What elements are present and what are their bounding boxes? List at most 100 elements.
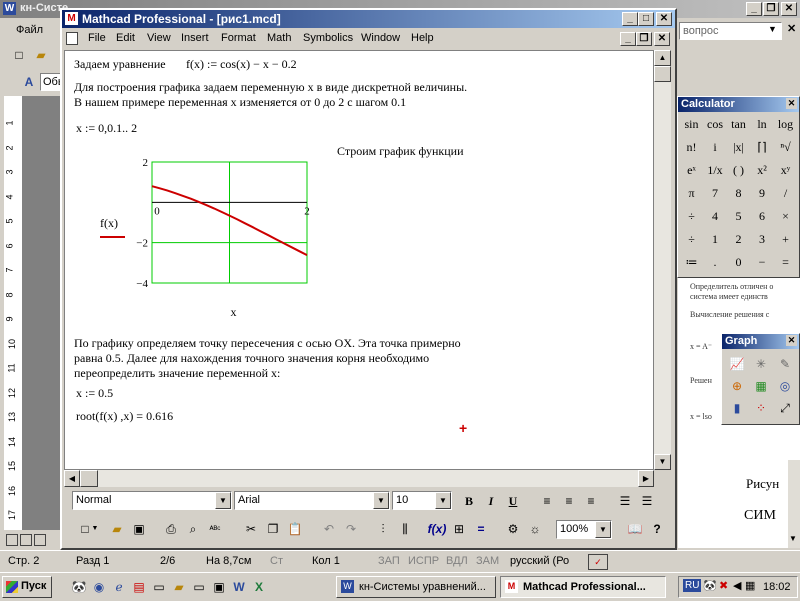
word-minimize-button[interactable]: _ bbox=[746, 2, 762, 16]
paste-icon[interactable]: 📋 bbox=[284, 519, 306, 539]
menu-help[interactable]: Help bbox=[411, 32, 434, 44]
mathcad-title-bar[interactable]: M Mathcad Professional - [рис1.mcd] _ □ … bbox=[62, 10, 675, 28]
menu-symbolics[interactable]: Symbolics bbox=[303, 32, 353, 44]
align-right-icon[interactable]: ≡ bbox=[580, 491, 602, 511]
hscroll-thumb[interactable] bbox=[80, 470, 98, 487]
vector-field-icon[interactable]: ◎ bbox=[774, 376, 796, 396]
eq-definition[interactable]: f(x) := cos(x) − x − 0.2 bbox=[186, 57, 297, 72]
graph-close-icon[interactable]: ✕ bbox=[786, 335, 797, 346]
function-plot[interactable]: 2 −2 −4 0 2 f(x) x bbox=[90, 152, 330, 322]
status-rec[interactable]: ЗАП bbox=[378, 551, 400, 571]
vscroll-thumb[interactable] bbox=[654, 66, 671, 82]
resource-center-icon[interactable]: ☼ bbox=[524, 519, 546, 539]
calc-key[interactable]: sin bbox=[680, 114, 703, 135]
quicklaunch-folder-icon[interactable]: ▰ bbox=[168, 577, 190, 597]
word-vscroll[interactable]: ▼ bbox=[788, 460, 800, 548]
status-trk[interactable]: ИСПР bbox=[408, 551, 439, 571]
undo-icon[interactable]: ↶ bbox=[318, 519, 340, 539]
calc-key[interactable]: 0 bbox=[727, 252, 750, 273]
quicklaunch-ie-icon[interactable]: ℯ bbox=[108, 577, 130, 597]
range-definition[interactable]: x := 0,0.1.. 2 bbox=[76, 121, 137, 136]
ask-dropdown-icon[interactable]: ▼ bbox=[768, 24, 777, 34]
calc-key[interactable]: log bbox=[774, 114, 797, 135]
doc-restore-button[interactable]: ❐ bbox=[636, 32, 652, 46]
menu-insert[interactable]: Insert bbox=[181, 32, 209, 44]
tray-panda-icon[interactable]: 🐼 bbox=[703, 579, 717, 592]
language-indicator[interactable]: RU bbox=[683, 579, 702, 592]
word-close-button[interactable]: ✕ bbox=[781, 2, 797, 16]
spelling-status-icon[interactable]: ✓ bbox=[588, 554, 608, 570]
open-folder-icon[interactable]: ▰ bbox=[30, 45, 52, 65]
reassign-x[interactable]: x := 0.5 bbox=[76, 386, 113, 401]
align-center-icon[interactable]: ≡ bbox=[558, 491, 580, 511]
calc-key[interactable]: n! bbox=[680, 137, 703, 158]
help-icon[interactable]: ? bbox=[646, 519, 668, 539]
scroll-down-icon[interactable]: ▼ bbox=[789, 534, 797, 543]
quicklaunch-window-icon[interactable]: ▭ bbox=[188, 577, 210, 597]
calc-key[interactable]: 8 bbox=[727, 183, 750, 204]
menu-view[interactable]: View bbox=[147, 32, 171, 44]
vscroll-up-button[interactable]: ▲ bbox=[654, 50, 671, 66]
spell-check-icon[interactable]: ᴬᴮᶜ bbox=[204, 519, 226, 539]
calc-key[interactable]: tan bbox=[727, 114, 750, 135]
calc-key[interactable]: ln bbox=[751, 114, 774, 135]
calc-key[interactable]: eˣ bbox=[680, 160, 703, 181]
calc-key[interactable]: x² bbox=[751, 160, 774, 181]
quicklaunch-app-icon[interactable]: ▤ bbox=[128, 577, 150, 597]
styles-icon[interactable]: A bbox=[18, 72, 40, 92]
calc-key[interactable]: ⌈⌉ bbox=[751, 137, 774, 158]
xy-plot-icon[interactable]: 📈 bbox=[726, 354, 748, 374]
tray-network-icon[interactable]: ✖ bbox=[719, 579, 728, 592]
quicklaunch-word-icon[interactable]: W bbox=[228, 577, 250, 597]
calc-key[interactable]: ⁿ√ bbox=[774, 137, 797, 158]
ask-question-box[interactable]: вопрос bbox=[679, 22, 782, 40]
status-ext[interactable]: ВДЛ bbox=[446, 551, 468, 571]
italic-button[interactable]: I bbox=[480, 491, 502, 511]
calc-key[interactable]: xʸ bbox=[774, 160, 797, 181]
calculator-close-icon[interactable]: ✕ bbox=[786, 98, 797, 109]
zoom-dropdown-icon[interactable]: ▼ bbox=[595, 521, 611, 538]
align-across-icon[interactable]: ⫶ bbox=[372, 519, 394, 539]
align-left-icon[interactable]: ≡ bbox=[536, 491, 558, 511]
calc-key[interactable]: 5 bbox=[727, 206, 750, 227]
calc-key[interactable]: ÷ bbox=[680, 229, 703, 250]
taskbar-word-button[interactable]: W кн-Системы уравнений... bbox=[336, 576, 496, 598]
calc-key[interactable]: ≔ bbox=[680, 252, 703, 273]
calc-key[interactable]: − bbox=[751, 252, 774, 273]
cut-icon[interactable]: ✂ bbox=[240, 519, 262, 539]
quicklaunch-desktop-icon[interactable]: ▭ bbox=[148, 577, 170, 597]
size-select[interactable]: 10 ▼ bbox=[392, 491, 452, 510]
new-dropdown-icon[interactable]: ▼ bbox=[90, 519, 100, 539]
polar-plot-icon[interactable]: ✳ bbox=[750, 354, 772, 374]
save-icon[interactable]: ▣ bbox=[128, 519, 150, 539]
font-dropdown-icon[interactable]: ▼ bbox=[373, 492, 389, 509]
align-down-icon[interactable]: ⫼ bbox=[394, 519, 416, 539]
calc-key[interactable]: . bbox=[704, 252, 727, 273]
bold-button[interactable]: B bbox=[458, 491, 480, 511]
insert-function-icon[interactable]: f(x) bbox=[426, 519, 448, 539]
new-doc-icon[interactable]: □ bbox=[8, 45, 30, 65]
quicklaunch-panda-icon[interactable]: 🐼 bbox=[68, 577, 90, 597]
font-select[interactable]: Arial ▼ bbox=[234, 491, 390, 510]
calc-key[interactable]: cos bbox=[704, 114, 727, 135]
quicklaunch-pc-icon[interactable]: ▣ bbox=[208, 577, 230, 597]
calc-key[interactable]: |x| bbox=[727, 137, 750, 158]
copy-icon[interactable]: ❐ bbox=[262, 519, 284, 539]
insert-unit-icon[interactable]: ⊞ bbox=[448, 519, 470, 539]
tray-misc-icon[interactable]: ▦ bbox=[745, 579, 755, 592]
zoom-plot-icon[interactable]: ⤢ bbox=[774, 398, 796, 418]
start-button[interactable]: Пуск bbox=[2, 576, 52, 598]
style-dropdown-icon[interactable]: ▼ bbox=[215, 492, 231, 509]
normal-view-icon[interactable] bbox=[6, 534, 18, 546]
print-icon[interactable]: ⎙ bbox=[160, 519, 182, 539]
calc-key[interactable]: × bbox=[774, 206, 797, 227]
menu-edit[interactable]: Edit bbox=[116, 32, 135, 44]
print-view-icon[interactable] bbox=[34, 534, 46, 546]
calc-key[interactable]: 1 bbox=[704, 229, 727, 250]
calc-key[interactable]: ( ) bbox=[727, 160, 750, 181]
calc-key[interactable]: 9 bbox=[751, 183, 774, 204]
quicklaunch-media-icon[interactable]: ◉ bbox=[88, 577, 110, 597]
hscroll-left-button[interactable]: ◀ bbox=[64, 470, 80, 487]
calc-key[interactable]: 1/x bbox=[704, 160, 727, 181]
bar-plot-icon[interactable]: ▮ bbox=[726, 398, 748, 418]
